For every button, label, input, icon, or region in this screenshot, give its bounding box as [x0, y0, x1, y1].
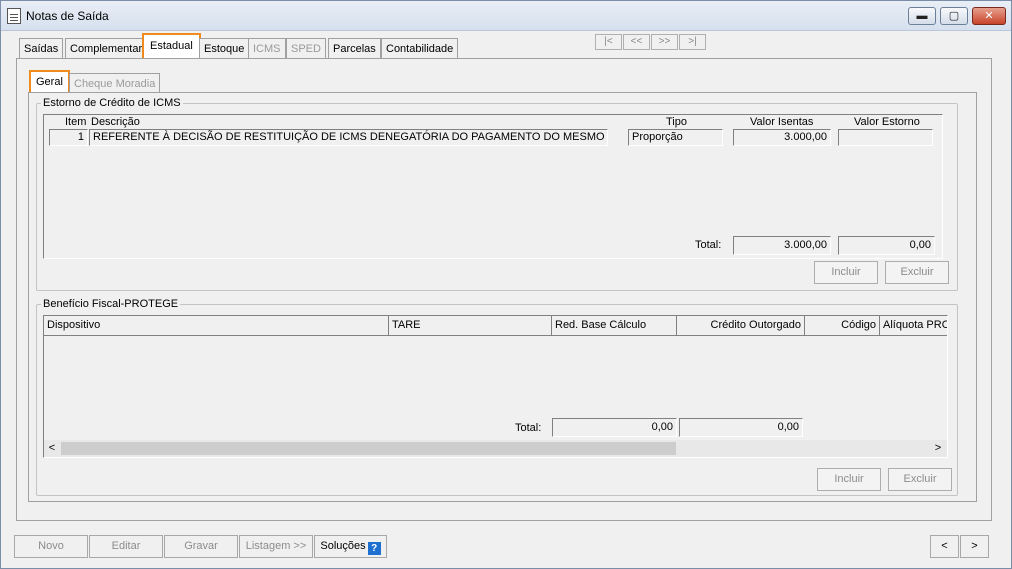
- prev-record-button[interactable]: <<: [623, 34, 650, 50]
- beneficio-total-label: Total:: [515, 422, 542, 434]
- tab-parcelas[interactable]: Parcelas: [328, 38, 381, 59]
- beneficio-grid: Dispositivo TARE Red. Base Cálculo Crédi…: [43, 315, 948, 458]
- scroll-left-icon[interactable]: <: [44, 440, 60, 457]
- novo-button[interactable]: Novo: [14, 535, 88, 558]
- estorno-row-tipo[interactable]: Proporção: [628, 129, 723, 146]
- listagem-button[interactable]: Listagem >>: [239, 535, 313, 558]
- estorno-incluir-button[interactable]: Incluir: [814, 261, 878, 284]
- header-dispositivo[interactable]: Dispositivo: [44, 316, 389, 336]
- window-title: Notas de Saída: [26, 9, 109, 23]
- prev-page-button[interactable]: <: [930, 535, 959, 558]
- estorno-row-valor-estorno[interactable]: [838, 129, 933, 146]
- help-icon: ?: [367, 542, 381, 555]
- estorno-row-item[interactable]: 1: [49, 129, 88, 146]
- maximize-button[interactable]: ▢: [940, 7, 968, 25]
- header-red-base[interactable]: Red. Base Cálculo: [552, 316, 677, 336]
- beneficio-excluir-button[interactable]: Excluir: [888, 468, 952, 491]
- tab-estadual[interactable]: Estadual: [142, 33, 201, 60]
- subtab-geral[interactable]: Geral: [29, 70, 70, 95]
- document-icon: [7, 8, 21, 24]
- subtab-cheque-moradia[interactable]: Cheque Moradia: [69, 73, 161, 94]
- solucoes-label: Soluções: [320, 540, 366, 552]
- app-window: Notas de Saída ▬ ▢ ✕ Saídas Complementar…: [0, 0, 1012, 569]
- next-record-button[interactable]: >>: [651, 34, 678, 50]
- next-page-button[interactable]: >: [960, 535, 989, 558]
- gravar-button[interactable]: Gravar: [164, 535, 238, 558]
- estorno-row-descricao[interactable]: REFERENTE À DECISÃO DE RESTITUIÇÃO DE IC…: [89, 129, 608, 146]
- header-tipo: Tipo: [666, 116, 687, 128]
- header-credito-outorgado[interactable]: Crédito Outorgado: [677, 316, 805, 336]
- tab-sped[interactable]: SPED: [286, 38, 326, 59]
- beneficio-group-title: Benefício Fiscal-PROTEGE: [41, 298, 181, 310]
- title-bar: Notas de Saída ▬ ▢ ✕: [1, 1, 1011, 31]
- header-tare[interactable]: TARE: [389, 316, 552, 336]
- tab-icms[interactable]: ICMS: [248, 38, 286, 59]
- first-record-button[interactable]: |<: [595, 34, 622, 50]
- tab-complementar[interactable]: Complementar: [65, 38, 148, 59]
- estorno-total-label: Total:: [695, 239, 722, 251]
- tab-estoque[interactable]: Estoque: [199, 38, 250, 59]
- solucoes-button[interactable]: Soluções?: [314, 535, 387, 558]
- header-valor-isentas: Valor Isentas: [750, 116, 814, 128]
- beneficio-total-credito: 0,00: [679, 418, 803, 437]
- editar-button[interactable]: Editar: [89, 535, 163, 558]
- header-aliquota[interactable]: Alíquota PRO: [880, 316, 947, 336]
- scrollbar-thumb[interactable]: [61, 442, 676, 455]
- beneficio-incluir-button[interactable]: Incluir: [817, 468, 881, 491]
- estorno-row-valor-isentas[interactable]: 3.000,00: [733, 129, 831, 146]
- estorno-group-title: Estorno de Crédito de ICMS: [41, 97, 183, 109]
- tab-contabilidade[interactable]: Contabilidade: [381, 38, 459, 59]
- close-button[interactable]: ✕: [972, 7, 1006, 25]
- beneficio-total-red-base: 0,00: [552, 418, 677, 437]
- horizontal-scrollbar[interactable]: < >: [44, 440, 947, 457]
- estorno-total-estorno: 0,00: [838, 236, 935, 255]
- header-item: Item: [65, 116, 87, 128]
- header-codigo[interactable]: Código: [805, 316, 880, 336]
- estorno-total-isentas: 3.000,00: [733, 236, 831, 255]
- estorno-excluir-button[interactable]: Excluir: [885, 261, 949, 284]
- minimize-button[interactable]: ▬: [908, 7, 936, 25]
- last-record-button[interactable]: >|: [679, 34, 706, 50]
- header-valor-estorno: Valor Estorno: [854, 116, 920, 128]
- tab-saidas[interactable]: Saídas: [19, 38, 64, 59]
- header-descricao: Descrição: [91, 116, 140, 128]
- scroll-right-icon[interactable]: >: [930, 440, 946, 457]
